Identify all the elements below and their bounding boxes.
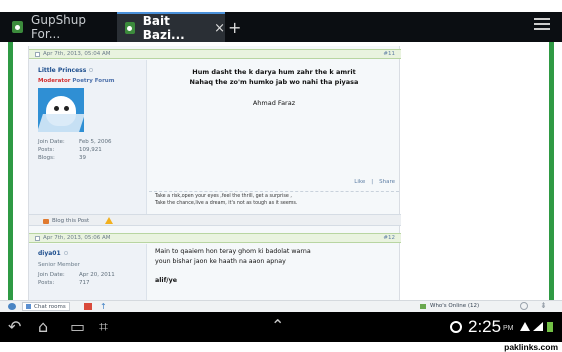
tab-bait-bazi[interactable]: Bait Bazi... ×	[117, 12, 225, 42]
reply-signature: alif/ye	[155, 277, 177, 284]
post-count: Posts: 717	[38, 280, 90, 286]
settings-icon[interactable]	[520, 302, 528, 310]
forum-thread: Apr 7th, 2013, 05:04 AM #11 Little Princ…	[28, 46, 401, 300]
username-link[interactable]: diya01	[38, 250, 68, 257]
recent-apps-icon[interactable]: ▭	[70, 319, 85, 335]
blog-icon	[43, 218, 49, 224]
chat-rooms-button[interactable]: Chat rooms	[22, 302, 70, 311]
site-favicon-icon	[12, 21, 24, 33]
menu-icon[interactable]	[534, 18, 550, 34]
battery-icon	[547, 322, 553, 332]
left-green-border	[8, 42, 13, 300]
up-arrow-icon[interactable]: ↑	[100, 302, 107, 311]
post-header: Apr 7th, 2013, 05:04 AM #11	[29, 49, 401, 59]
right-green-border	[549, 42, 554, 300]
post-count: Posts: 109,921	[38, 147, 102, 153]
reply-line: youn bishar jaon ke haath na aaon apnay	[155, 258, 286, 265]
post-date: Apr 7th, 2013, 05:06 AM	[35, 235, 111, 241]
signature-line: Take the chance,live a dream, it's not a…	[155, 201, 298, 206]
back-icon[interactable]: ↶	[8, 319, 21, 335]
avatar-eye-icon	[54, 106, 59, 111]
post-footer-bar: Blog this Post	[29, 214, 401, 226]
am-pm: PM	[503, 325, 514, 332]
user-title: Senior Member	[38, 262, 80, 268]
post-number-link[interactable]: #11	[383, 51, 395, 57]
wifi-icon	[520, 322, 530, 331]
chat-icon	[26, 304, 31, 309]
action-separator: |	[371, 179, 374, 185]
close-icon[interactable]: ×	[214, 21, 225, 36]
whos-online-link[interactable]: Who's Online (12)	[420, 303, 479, 309]
username-link[interactable]: Little Princess	[38, 67, 94, 74]
like-link[interactable]: Like	[354, 179, 365, 185]
clock: 2:25	[468, 317, 502, 336]
post-checkbox[interactable]	[35, 51, 40, 57]
user-info-panel: diya01 Senior Member Join Date: Apr 20, 2…	[29, 244, 147, 300]
share-link[interactable]: Share	[379, 179, 395, 185]
android-browser-screen: GupShup For... Bait Bazi... × + Apr 7th,…	[0, 0, 562, 352]
avatar-eye-icon	[64, 106, 69, 111]
blog-count: Blogs: 39	[38, 155, 86, 161]
avatar-cape-icon	[38, 114, 84, 132]
reply-line: Main to qaaiem hon teray ghom ki badolat…	[155, 248, 311, 255]
join-date: Join Date: Feb 5, 2006	[38, 139, 112, 145]
site-favicon-icon	[125, 22, 135, 34]
screenshot-icon[interactable]: ⌗	[99, 319, 108, 335]
signature-line: Take a risk,open your eyes ,feel the thr…	[155, 194, 292, 199]
report-warning-icon[interactable]	[105, 217, 113, 224]
post-body: Hum dasht the k darya hum zahr the k amr…	[149, 60, 399, 214]
post-date: Apr 7th, 2013, 05:04 AM	[35, 51, 111, 57]
chevron-up-icon[interactable]: ⌃	[271, 318, 284, 334]
signature-divider	[149, 191, 399, 192]
data-sync-icon	[450, 321, 462, 333]
post-number-link[interactable]: #12	[383, 235, 395, 241]
tab-label: GupShup For...	[31, 13, 87, 41]
post-checkbox[interactable]	[35, 235, 40, 241]
watermark: paklinks.com	[504, 342, 558, 352]
tab-gupshup[interactable]: GupShup For...	[12, 12, 112, 42]
forum-toolbar: Chat rooms ↑ Who's Online (12) ⇟	[0, 300, 562, 312]
tab-label: Bait Bazi...	[142, 14, 185, 42]
new-tab-icon[interactable]: +	[228, 18, 241, 37]
collapse-icon[interactable]: ⇟	[540, 301, 547, 310]
browser-tab-bar: GupShup For... Bait Bazi... × +	[0, 12, 562, 42]
globe-icon[interactable]	[8, 303, 16, 310]
post-header: Apr 7th, 2013, 05:06 AM #12	[29, 233, 401, 243]
android-navigation-bar: ↶ ⌂ ▭ ⌗ ⌃ 2:25 PM	[0, 312, 562, 342]
avatar[interactable]	[38, 88, 84, 132]
users-icon	[420, 303, 426, 309]
blog-this-post-link[interactable]: Blog this Post	[43, 218, 89, 224]
web-page-content: Apr 7th, 2013, 05:04 AM #11 Little Princ…	[0, 42, 562, 300]
user-info-panel: Little Princess Moderator Poetry Forum J…	[29, 60, 147, 214]
flag-icon[interactable]	[84, 303, 92, 310]
join-date: Join Date: Apr 20, 2011	[38, 272, 115, 278]
poem-author: Ahmad Faraz	[252, 99, 296, 107]
signal-icon	[533, 322, 543, 331]
post-body: Main to qaaiem hon teray ghom ki badolat…	[149, 244, 399, 300]
offline-status-icon	[63, 251, 68, 255]
post-actions: Like | Share	[354, 179, 395, 185]
poem-line: Nahaq the zo'm humko jab wo nahi tha piy…	[189, 78, 359, 86]
home-icon[interactable]: ⌂	[38, 319, 48, 335]
poem-line: Hum dasht the k darya hum zahr the k amr…	[192, 68, 356, 76]
offline-status-icon	[89, 68, 94, 72]
user-title: Moderator Poetry Forum	[38, 78, 115, 84]
